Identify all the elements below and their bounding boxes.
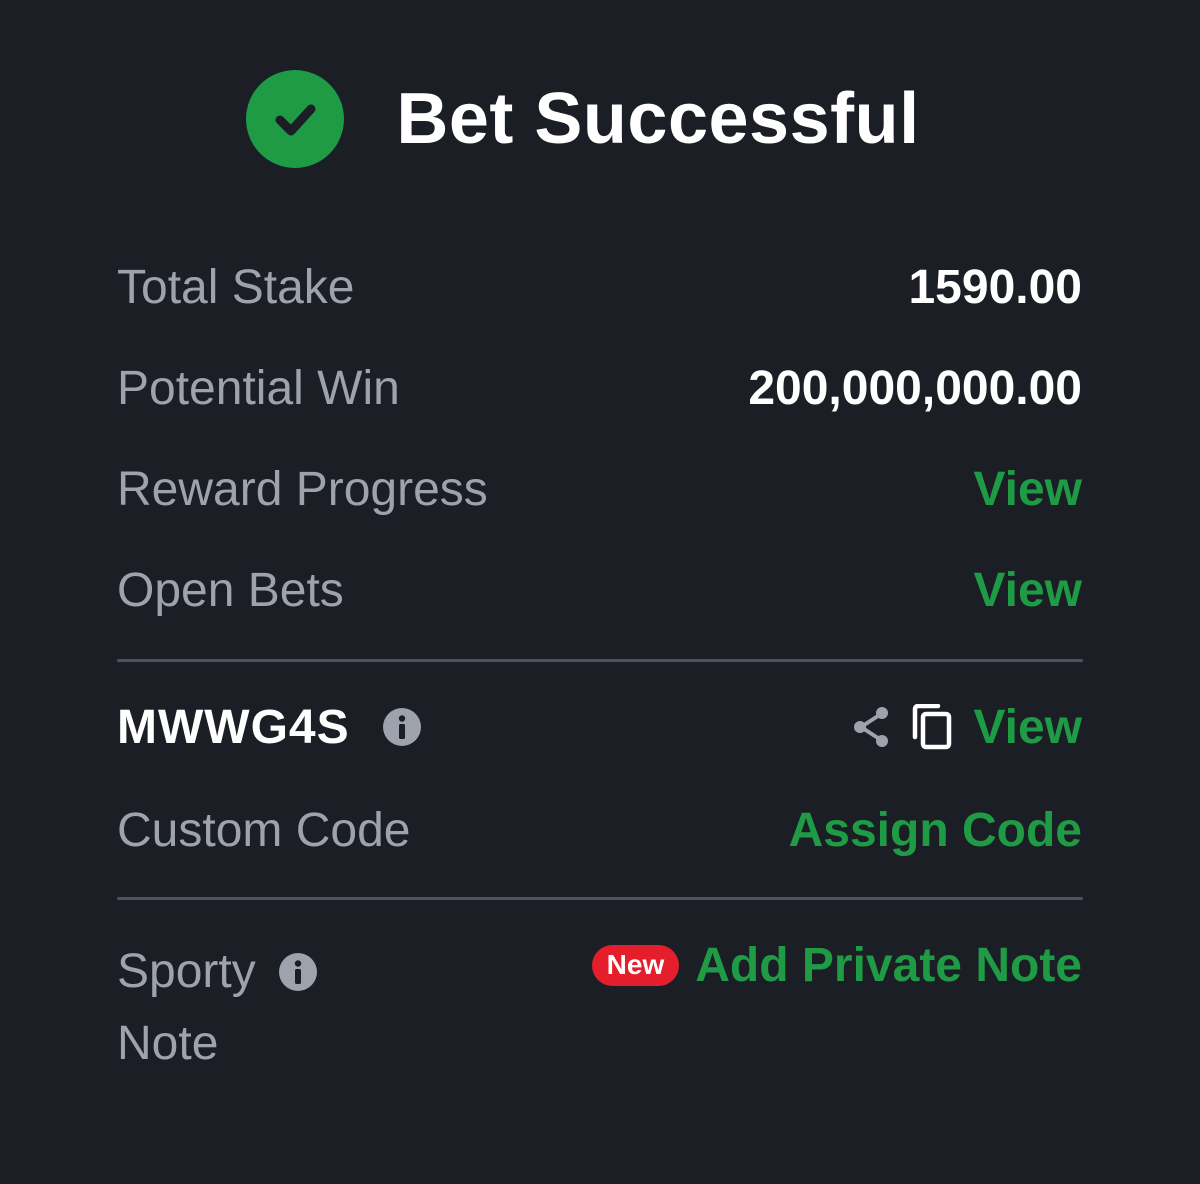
success-header: Bet Successful [0,70,1200,168]
total-stake-row: Total Stake 1590.00 [117,252,1082,322]
share-icon[interactable] [851,706,891,748]
booking-code: MWWG4S [117,700,350,754]
reward-progress-view-link[interactable]: View [973,462,1082,517]
booking-code-row: MWWG4S View [117,692,1082,762]
open-bets-row: Open Bets View [117,555,1082,625]
reward-progress-row: Reward Progress View [117,454,1082,524]
divider [117,659,1083,662]
reward-progress-label: Reward Progress [117,462,488,516]
new-badge: New [591,944,680,986]
divider [117,897,1083,900]
potential-win-label: Potential Win [117,361,400,415]
assign-code-link[interactable]: Assign Code [789,803,1082,858]
total-stake-value: 1590.00 [908,260,1082,314]
copy-icon[interactable] [911,704,953,750]
add-private-note-link[interactable]: Add Private Note [695,938,1082,993]
sporty-note-label: Sporty Note [117,936,377,1080]
open-bets-label: Open Bets [117,563,344,617]
sporty-note-label-line2: Note [117,1017,219,1070]
page-title: Bet Successful [396,79,920,159]
custom-code-label: Custom Code [117,803,411,857]
add-note-row: New Add Private Note [560,930,1082,1000]
open-bets-view-link[interactable]: View [973,563,1082,618]
booking-view-link[interactable]: View [973,700,1082,755]
check-circle-icon [246,70,345,168]
info-icon[interactable] [278,952,318,992]
sporty-note-label-line1: Sporty [117,945,256,998]
custom-code-row: Custom Code Assign Code [117,795,1082,865]
potential-win-row: Potential Win 200,000,000.00 [117,353,1082,423]
total-stake-label: Total Stake [117,260,355,314]
potential-win-value: 200,000,000.00 [748,361,1082,415]
info-icon[interactable] [382,707,422,747]
